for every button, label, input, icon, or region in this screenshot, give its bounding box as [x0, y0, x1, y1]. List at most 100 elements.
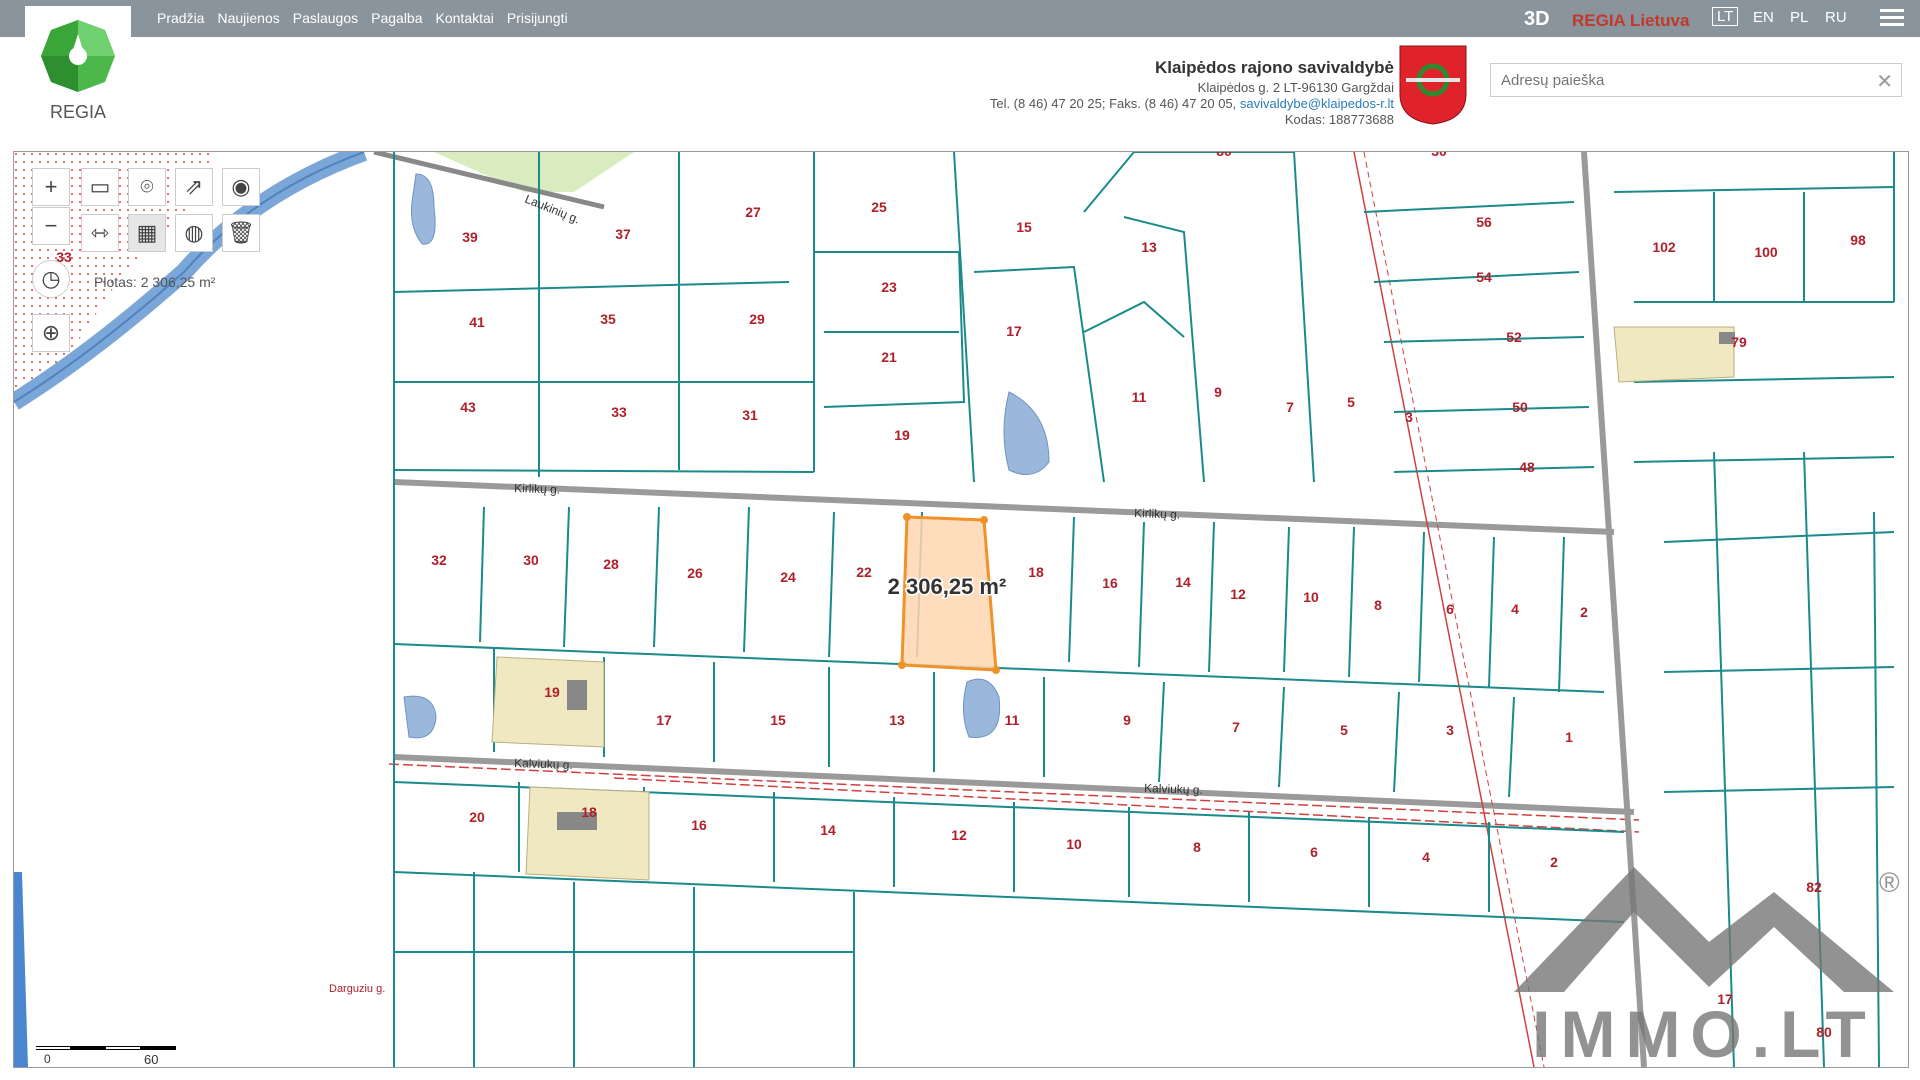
- street-label: Kalviukų g.: [1144, 781, 1203, 797]
- lang-en[interactable]: EN: [1753, 9, 1774, 26]
- parcel-number: 12: [1230, 586, 1246, 602]
- map-canvas[interactable]: 2 306,25 m² Laukinių g. Kirlikų g. Kirli…: [14, 152, 1908, 1067]
- parcel-number: 19: [894, 427, 910, 443]
- area-readout: Plotas: 2 306,25 m²: [94, 274, 216, 290]
- parcel-number: 102: [1652, 239, 1676, 255]
- marker-icon[interactable]: ⌾: [128, 168, 166, 206]
- street-label: Kirlikų g.: [1134, 506, 1180, 522]
- ditch: [14, 872, 28, 1067]
- address-search-input[interactable]: [1499, 64, 1863, 96]
- select-parcel-icon[interactable]: ◍: [175, 214, 213, 252]
- parcel-number: 19: [544, 684, 560, 700]
- clear-search-icon[interactable]: ✕: [1876, 69, 1893, 94]
- parcel-number: 15: [770, 712, 786, 728]
- parcel-number: 7: [1232, 719, 1240, 735]
- parcel-number: 32: [431, 552, 447, 568]
- lang-ru[interactable]: RU: [1825, 9, 1847, 26]
- hamburger-menu-icon[interactable]: [1880, 9, 1904, 30]
- measure-length-icon[interactable]: ⇿: [81, 214, 119, 252]
- point-icon[interactable]: ◉: [222, 168, 260, 206]
- parcel-number: 13: [889, 712, 905, 728]
- regia-lietuva-link[interactable]: REGIA Lietuva: [1572, 11, 1689, 31]
- immo-watermark: IMMO.LT ®: [1514, 867, 1900, 1067]
- regia-logo[interactable]: REGIA: [25, 6, 131, 130]
- parcel-number: 16: [1102, 575, 1118, 591]
- delete-icon[interactable]: 🗑: [222, 214, 260, 252]
- parcel-number: 50: [1512, 399, 1528, 415]
- nav-item-home[interactable]: Pradžia: [157, 10, 204, 26]
- parcel-number: 9: [1214, 384, 1222, 400]
- municipality-info: Klaipėdos rajono savivaldybė Klaipėdos g…: [990, 58, 1394, 128]
- history-icon[interactable]: ◷: [32, 260, 70, 298]
- mode-3d-button[interactable]: 3D: [1524, 8, 1550, 31]
- parcel-number: 4: [1422, 849, 1430, 865]
- parcel-number: 2: [1550, 854, 1558, 870]
- building: [567, 680, 587, 710]
- parcel-number: 10: [1303, 589, 1319, 605]
- scale-zero: 0: [44, 1052, 51, 1066]
- nav-item-news[interactable]: Naujienos: [217, 10, 279, 26]
- built-plot-18: [525, 786, 650, 881]
- built-plot-79: [1613, 326, 1735, 383]
- lang-pl[interactable]: PL: [1790, 9, 1808, 26]
- nav-item-help[interactable]: Pagalba: [371, 10, 422, 26]
- nav-item-services[interactable]: Paslaugos: [293, 10, 358, 26]
- registered-mark-icon: ®: [1879, 867, 1900, 898]
- parcel-number: 8: [1193, 839, 1201, 855]
- parcel-number: 7: [1286, 399, 1294, 415]
- zoom-out-button[interactable]: −: [32, 207, 70, 245]
- parcel-number: 8: [1374, 597, 1382, 613]
- lang-lt[interactable]: LT: [1712, 7, 1739, 26]
- municipality-name: Klaipėdos rajono savivaldybė: [1154, 58, 1394, 77]
- parcel-number: 10: [1066, 836, 1082, 852]
- parcel-number: 27: [745, 204, 761, 220]
- parcel-number: 80: [1216, 152, 1232, 159]
- parcel-number: 21: [881, 349, 897, 365]
- nav-item-login[interactable]: Prisijungti: [507, 10, 568, 26]
- parcel-number: 26: [687, 565, 703, 581]
- parcel-number: 82: [1806, 879, 1822, 895]
- nav-item-contacts[interactable]: Kontaktai: [436, 10, 494, 26]
- parcel-number: 29: [749, 311, 765, 327]
- measure-area-icon[interactable]: ▦: [128, 214, 166, 252]
- parcel-number: 3: [1405, 409, 1413, 425]
- share-icon[interactable]: ⇗: [175, 168, 213, 206]
- parcel-number: 3: [1446, 722, 1454, 738]
- map-view[interactable]: 2 306,25 m² Laukinių g. Kirlikų g. Kirli…: [13, 151, 1909, 1068]
- parcel-number: 31: [742, 407, 758, 423]
- selected-area-label: 2 306,25 m²: [888, 574, 1007, 599]
- scale-bar-graphic: [36, 1046, 176, 1050]
- parcel-number: 20: [469, 809, 485, 825]
- parcel-number: 30: [523, 552, 539, 568]
- parcel-number: 52: [1506, 329, 1522, 345]
- logo-text: REGIA: [49, 102, 106, 122]
- parcel-number: 4: [1511, 601, 1519, 617]
- parcel-number: 41: [469, 314, 485, 330]
- parcel-number: 9: [1123, 712, 1131, 728]
- municipality-code: Kodas: 188773688: [1284, 112, 1394, 127]
- street-label: Kalviukų g.: [514, 756, 573, 772]
- parcel-number: 24: [780, 569, 796, 585]
- municipality-email-link[interactable]: savivaldybe@klaipedos-r.lt: [1240, 96, 1394, 111]
- top-bar: Pradžia Naujienos Paslaugos Pagalba Kont…: [0, 0, 1920, 37]
- zoom-in-button[interactable]: +: [32, 168, 70, 206]
- locate-icon[interactable]: ⊕: [32, 314, 70, 352]
- parcel-number: 56: [1476, 214, 1492, 230]
- parcel-number: 12: [951, 827, 967, 843]
- parcel-number: 6: [1310, 844, 1318, 860]
- parcel-number: 43: [460, 399, 476, 415]
- parcel-number: 14: [820, 822, 836, 838]
- parcel-number: 48: [1519, 459, 1535, 475]
- main-nav: Pradžia Naujienos Paslaugos Pagalba Kont…: [157, 10, 568, 26]
- parcel-number: 2: [1580, 604, 1588, 620]
- parcel-number: 18: [581, 804, 597, 820]
- parcel-number: 15: [1016, 219, 1032, 235]
- parcel-number: 98: [1850, 232, 1866, 248]
- parcel-number: 6: [1446, 601, 1454, 617]
- parcel-number: 13: [1141, 239, 1157, 255]
- parcel-number: 16: [691, 817, 707, 833]
- parcel-number: 25: [871, 199, 887, 215]
- parcel-number: 5: [1340, 722, 1348, 738]
- measure-distance-icon[interactable]: ▭: [81, 168, 119, 206]
- regia-logo-icon: [41, 20, 115, 92]
